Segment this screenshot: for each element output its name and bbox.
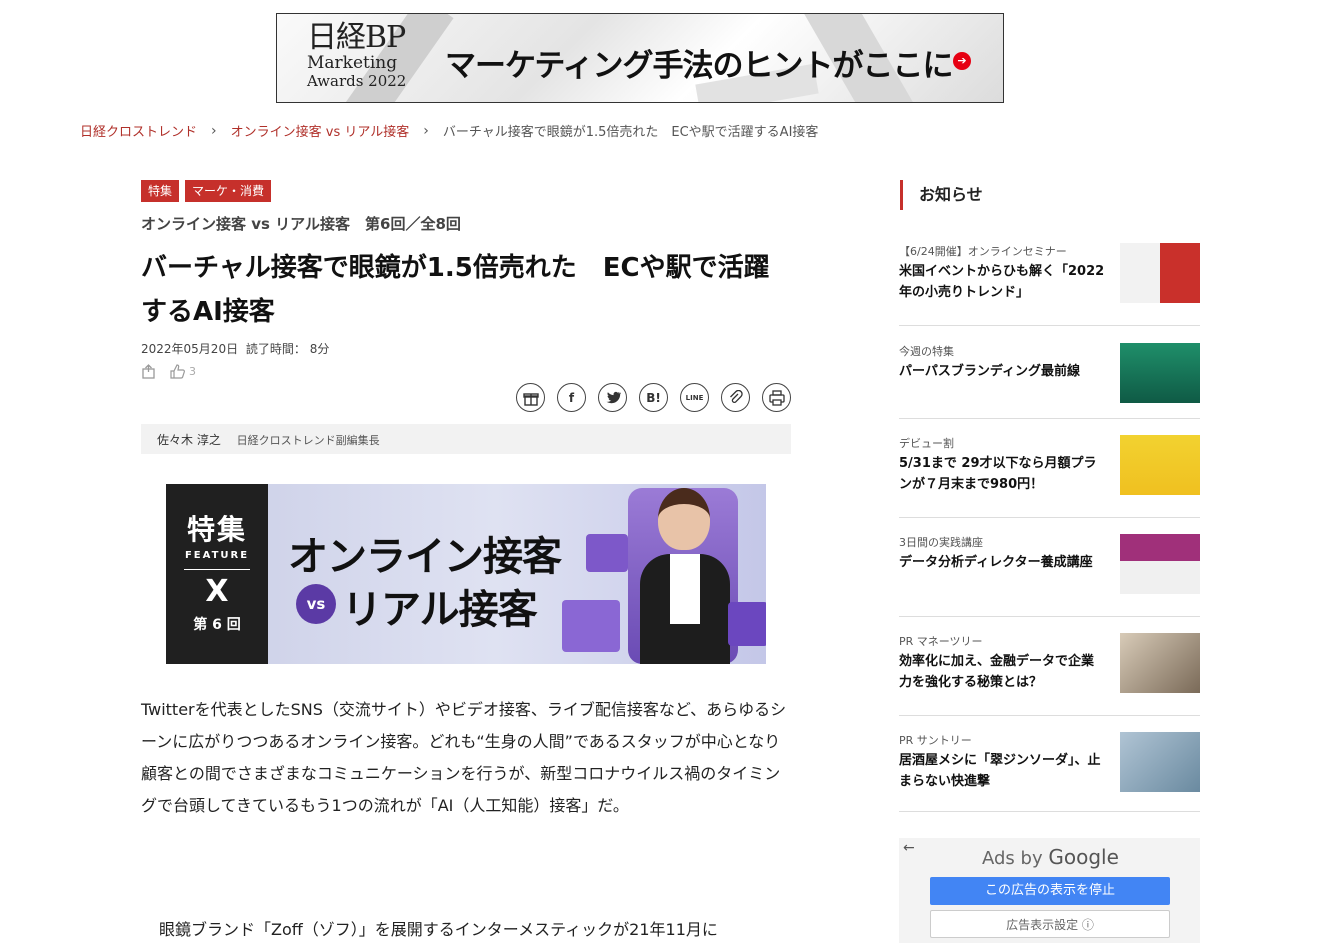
person-head xyxy=(658,488,710,550)
ad-settings-button[interactable]: 広告表示設定 ⓘ xyxy=(930,910,1170,938)
sidebar-news-item[interactable]: PR サントリー 居酒屋メシに「翠ジンソーダ」、止まらない快進撃 xyxy=(899,716,1200,812)
sidebar-news-item[interactable]: 3日間の実践講座 データ分析ディレクター養成講座 xyxy=(899,518,1200,617)
top-ad-banner[interactable]: 日経BP Marketing Awards 2022 マーケティング手法のヒント… xyxy=(276,13,1004,103)
feature-x-mark: X xyxy=(205,574,229,609)
ads-by-google-panel: ← Ads by Google この広告の表示を停止 広告表示設定 ⓘ xyxy=(899,838,1200,943)
twitter-icon[interactable] xyxy=(598,383,627,412)
gift-icon[interactable] xyxy=(516,383,545,412)
thumbs-up-icon xyxy=(170,364,185,379)
share-buttons: f B! LINE xyxy=(516,383,791,412)
feature-episode: 第 6 回 xyxy=(193,617,241,633)
sidebar-item-thumbnail xyxy=(1120,243,1200,303)
feature-headline-1: オンライン接客 xyxy=(288,534,562,580)
back-arrow-icon[interactable]: ← xyxy=(903,840,915,856)
author-role: 日経クロストレンド副編集長 xyxy=(236,434,380,447)
publish-date: 2022年05月20日 xyxy=(141,342,239,356)
google-logo: Google xyxy=(1048,845,1119,869)
facebook-icon[interactable]: f xyxy=(557,383,586,412)
banner-brand-line2: Marketing xyxy=(307,53,398,73)
feature-label-english: FEATURE xyxy=(184,550,250,561)
chevron-right-icon: › xyxy=(211,122,217,139)
arrow-right-icon: ➔ xyxy=(953,52,971,70)
sidebar-item-thumbnail xyxy=(1120,343,1200,403)
sidebar-item-title: パーパスブランディング最前線 xyxy=(899,364,1080,379)
banner-brand: 日経BP Marketing Awards 2022 xyxy=(307,22,406,90)
like-button[interactable]: 3 xyxy=(170,364,196,379)
print-icon[interactable] xyxy=(762,383,791,412)
sidebar-heading: お知らせ xyxy=(900,180,1200,210)
sidebar-item-category: 3日間の実践講座 xyxy=(899,536,983,549)
article-title: バーチャル接客で眼鏡が1.5倍売れた ECや駅で活躍するAI接客 xyxy=(141,253,770,327)
sidebar-item-category: PR サントリー xyxy=(899,734,972,747)
sidebar-item-title: 効率化に加え、金融データで企業力を強化する秘策とは？ xyxy=(899,654,1095,690)
person-shirt xyxy=(670,554,700,624)
tag-marketing[interactable]: マーケ・消費 xyxy=(185,180,272,202)
gift-box-illustration xyxy=(728,602,766,646)
ads-by-text: Ads by xyxy=(982,848,1043,869)
author-name[interactable]: 佐々木 淳之 xyxy=(157,433,221,447)
banner-slogan: マーケティング手法のヒントがここに xyxy=(445,48,954,84)
sidebar-item-category: デビュー割 xyxy=(899,437,954,450)
sidebar-item-title: データ分析ディレクター養成講座 xyxy=(899,555,1093,570)
feature-headline-2: リアル接客 xyxy=(342,587,538,633)
save-clip-icon[interactable] xyxy=(141,364,156,379)
sidebar-news-list: 【6/24開催】オンラインセミナー 米国イベントからひも解く「2022年の小売り… xyxy=(899,229,1200,812)
gift-box-illustration xyxy=(586,534,628,572)
sidebar-item-category: 【6/24開催】オンラインセミナー xyxy=(899,245,1067,258)
author-box: 佐々木 淳之 日経クロストレンド副編集長 xyxy=(141,424,791,454)
article-meta: 2022年05月20日 読了時間： 8分 xyxy=(141,340,329,357)
breadcrumb-current: バーチャル接客で眼鏡が1.5倍売れた ECや駅で活躍するAI接客 xyxy=(442,125,819,140)
sidebar-item-thumbnail xyxy=(1120,435,1200,495)
feature-vs-badge: vs xyxy=(296,584,336,624)
sidebar-news-item[interactable]: 【6/24開催】オンラインセミナー 米国イベントからひも解く「2022年の小売り… xyxy=(899,229,1200,326)
banner-brand-line3: Awards 2022 xyxy=(307,72,407,90)
article-paragraph: Twitterを代表としたSNS（交流サイト）やビデオ接客、ライブ配信接客など、… xyxy=(141,700,787,815)
gift-box-illustration xyxy=(562,600,620,652)
series-label[interactable]: オンライン接客 vs リアル接客 第6回／全8回 xyxy=(141,213,461,234)
sidebar-item-title: 米国イベントからひも解く「2022年の小売りトレンド」 xyxy=(899,264,1105,300)
article-tags: 特集 マーケ・消費 xyxy=(141,180,272,202)
tag-feature[interactable]: 特集 xyxy=(141,180,180,202)
article-paragraph: 眼鏡ブランド「Zoff（ゾフ）」を展開するインターメスティックが21年11月に xyxy=(159,920,718,939)
line-icon[interactable]: LINE xyxy=(680,383,709,412)
sidebar-news-item[interactable]: 今週の特集 パーパスブランディング最前線 xyxy=(899,326,1200,419)
sidebar-item-thumbnail xyxy=(1120,732,1200,792)
breadcrumb-link-home[interactable]: 日経クロストレンド xyxy=(80,121,197,140)
like-count: 3 xyxy=(189,365,196,378)
sidebar-item-title: 居酒屋メシに「翠ジンソーダ」、止まらない快進撃 xyxy=(899,753,1101,789)
sidebar-item-category: PR マネーツリー xyxy=(899,635,983,648)
hatena-bookmark-icon[interactable]: B! xyxy=(639,383,668,412)
breadcrumb-link-series[interactable]: オンライン接客 vs リアル接客 xyxy=(231,121,410,140)
breadcrumb: 日経クロストレンド › オンライン接客 vs リアル接客 › バーチャル接客で眼… xyxy=(80,121,819,141)
divider xyxy=(184,569,250,570)
stop-showing-ad-button[interactable]: この広告の表示を停止 xyxy=(930,877,1170,905)
article-actions: 3 xyxy=(141,364,196,379)
sidebar-item-thumbnail xyxy=(1120,633,1200,693)
feature-label-top: 特集 xyxy=(186,513,247,546)
banner-brand-line1: 日経BP xyxy=(307,20,406,55)
link-icon[interactable] xyxy=(721,383,750,412)
feature-image: 特集 FEATURE X 第 6 回 オンライン接客 vs リアル接客 xyxy=(166,484,766,664)
feature-label-panel: 特集 FEATURE X 第 6 回 xyxy=(166,484,268,664)
ads-by-google-label: Ads by Google xyxy=(982,845,1119,869)
chevron-right-icon: › xyxy=(423,122,429,139)
sidebar-item-category: 今週の特集 xyxy=(899,345,954,358)
read-time: 読了時間： 8分 xyxy=(245,342,330,356)
sidebar-news-item[interactable]: PR マネーツリー 効率化に加え、金融データで企業力を強化する秘策とは？ xyxy=(899,617,1200,716)
sidebar-news-item[interactable]: デビュー割 5/31まで 29才以下なら月額プランが７月末まで980円！ xyxy=(899,419,1200,518)
sidebar-item-title: 5/31まで 29才以下なら月額プランが７月末まで980円！ xyxy=(899,456,1097,492)
sidebar-item-thumbnail xyxy=(1120,534,1200,594)
